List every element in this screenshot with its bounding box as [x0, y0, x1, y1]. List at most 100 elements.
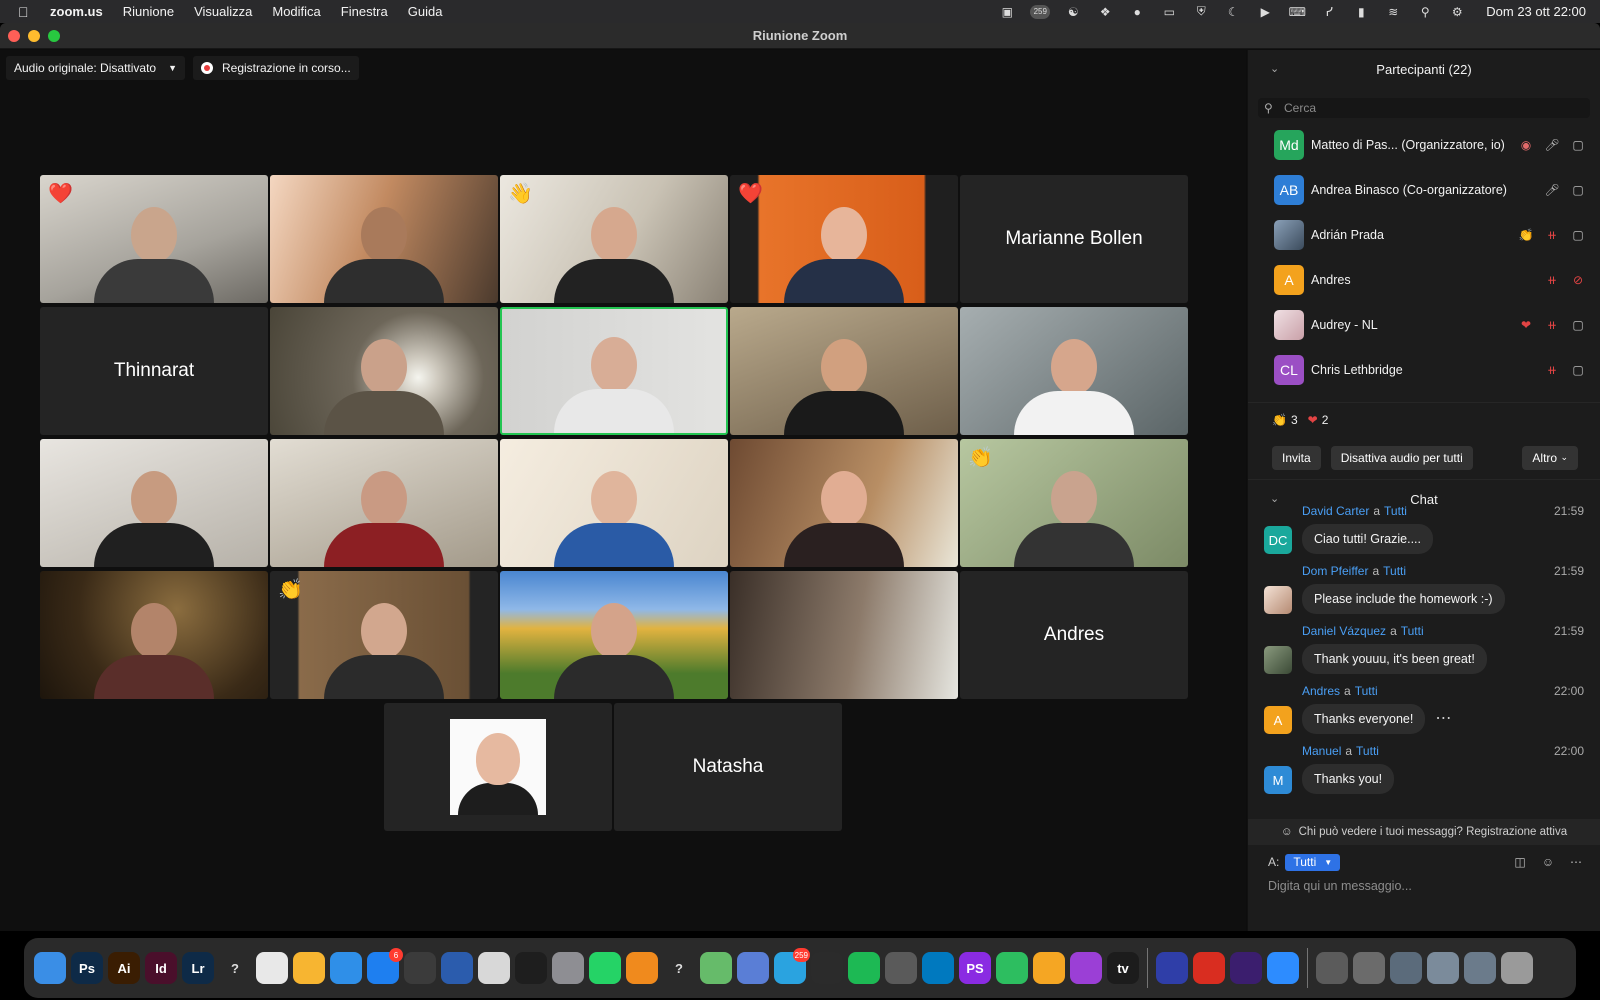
dock-folder-stack-2-icon[interactable] — [1464, 952, 1496, 984]
sender-name[interactable]: Manuel — [1302, 744, 1341, 760]
dock-zoom-icon[interactable] — [1267, 952, 1299, 984]
wifi-icon[interactable]: ≋ — [1384, 5, 1402, 19]
chat-message[interactable]: Dom Pfeiffer a Tutti 21:59 Please include t… — [1248, 564, 1600, 614]
video-camera-off-icon[interactable]: ⊘ — [1570, 273, 1586, 287]
dock-media-app-icon[interactable] — [1230, 952, 1262, 984]
menu-finestra[interactable]: Finestra — [341, 4, 388, 19]
dock-photoshop-icon[interactable]: Ps — [71, 952, 103, 984]
participant-search[interactable]: ⚲ — [1258, 98, 1590, 118]
video-tile[interactable] — [500, 439, 728, 567]
video-tile-natasha[interactable]: Natasha — [614, 703, 842, 831]
battery-icon[interactable]: ▮ — [1352, 5, 1370, 19]
dock-folder-stack-icon[interactable] — [1427, 952, 1459, 984]
file-icon[interactable]: ◫ — [1512, 855, 1528, 869]
dock-keynote-icon[interactable] — [330, 952, 362, 984]
play-icon[interactable]: ▶ — [1256, 5, 1274, 19]
control-center-icon[interactable]: ⚙ — [1448, 5, 1466, 19]
menu-app-name[interactable]: zoom.us — [50, 4, 103, 19]
dock-finder-icon[interactable] — [34, 952, 66, 984]
video-tile[interactable]: ❤️ — [40, 175, 268, 303]
mute-all-button[interactable]: Disattiva audio per tutti — [1330, 445, 1473, 470]
dock-folder-downloads-icon[interactable] — [1316, 952, 1348, 984]
chevron-down-icon[interactable]: ⌄ — [1270, 62, 1279, 75]
dock-system-preferences-icon[interactable] — [552, 952, 584, 984]
more-options-icon[interactable]: ⋯ — [1435, 708, 1451, 728]
video-tile-profile-photo[interactable] — [384, 703, 612, 831]
video-camera-icon[interactable]: ▢ — [1570, 138, 1586, 152]
video-camera-icon[interactable]: ▢ — [1570, 363, 1586, 377]
menu-visualizza[interactable]: Visualizza — [194, 4, 252, 19]
dock-trello-icon[interactable] — [922, 952, 954, 984]
video-tile[interactable] — [40, 439, 268, 567]
more-options-icon[interactable]: ⋯ — [1568, 855, 1584, 869]
participant-row[interactable]: AB Andrea Binasco (Co-organizzatore) 🎤︎ … — [1248, 167, 1600, 212]
dock-atom-icon[interactable] — [700, 952, 732, 984]
zoom-tray-icon[interactable]: ▣ — [998, 5, 1016, 19]
dock-telegram-icon[interactable]: 259 — [774, 948, 810, 984]
participant-row[interactable]: Md Matteo di Pas... (Organizzatore, io) … — [1248, 122, 1600, 167]
participant-row[interactable]: A Andres ⧺ ⊘ — [1248, 257, 1600, 302]
chat-message-input[interactable] — [1268, 879, 1588, 909]
microphone-muted-icon[interactable]: ⧺ — [1544, 273, 1560, 287]
video-tile-active-speaker[interactable] — [500, 307, 728, 435]
recording-indicator[interactable]: Registrazione in corso... — [193, 56, 359, 80]
video-tile-thinnarat[interactable]: Thinnarat — [40, 307, 268, 435]
video-tile[interactable] — [500, 571, 728, 699]
chat-message[interactable]: DC David Carter a Tutti 21:59 Ciao tutti! G… — [1248, 504, 1600, 554]
menu-guida[interactable]: Guida — [408, 4, 443, 19]
video-tile[interactable] — [730, 307, 958, 435]
video-camera-icon[interactable]: ▢ — [1570, 318, 1586, 332]
notification-badge-icon[interactable]: 259 — [1030, 4, 1051, 19]
chat-privacy-notice[interactable]: ☺ Chi può vedere i tuoi messaggi? Regist… — [1248, 819, 1600, 845]
search-icon[interactable]: ⚲ — [1416, 5, 1434, 19]
dock-script-editor-icon[interactable] — [478, 952, 510, 984]
dock-evernote-icon[interactable] — [996, 952, 1028, 984]
video-tile[interactable] — [730, 571, 958, 699]
clap-count[interactable]: 👏 3 — [1272, 413, 1298, 427]
drop-icon[interactable]: ● — [1128, 5, 1146, 19]
dock-apple-tv-icon[interactable]: tv — [1107, 952, 1139, 984]
creative-cloud-icon[interactable]: ☯ — [1064, 5, 1082, 19]
more-button[interactable]: Altro ⌄ — [1522, 445, 1578, 470]
microphone-muted-icon[interactable]: ⧺ — [1544, 363, 1560, 377]
microphone-icon[interactable]: 🎤︎ — [1544, 138, 1560, 152]
moon-icon[interactable]: ☾ — [1224, 5, 1242, 19]
dock-phpstorm-icon[interactable]: PS — [959, 952, 991, 984]
video-tile[interactable] — [270, 439, 498, 567]
participant-search-input[interactable] — [1284, 101, 1564, 115]
chat-message[interactable]: M Manuel a Tutti 22:00 Thanks you! — [1248, 744, 1600, 794]
video-tile[interactable] — [40, 571, 268, 699]
dock-podcasts-icon[interactable] — [1070, 952, 1102, 984]
video-tile[interactable] — [270, 175, 498, 303]
dock-acrobat-icon[interactable] — [1193, 952, 1225, 984]
video-tile[interactable]: 👋 — [500, 175, 728, 303]
dock-word-icon[interactable] — [441, 952, 473, 984]
dock-spotify-icon[interactable] — [848, 952, 880, 984]
dock-chrome-icon[interactable] — [256, 952, 288, 984]
dock-folder-desktop-icon[interactable] — [1390, 952, 1422, 984]
menubar-clock[interactable]: Dom 23 ott 22:00 — [1486, 4, 1586, 19]
video-tile[interactable]: ❤️ — [730, 175, 958, 303]
emoji-icon[interactable]: ☺ — [1540, 855, 1556, 869]
video-tile[interactable]: 👏 — [960, 439, 1188, 567]
video-camera-icon[interactable]: ▢ — [1570, 183, 1586, 197]
keyboard-icon[interactable]: ⌨ — [1288, 5, 1306, 19]
sender-name[interactable]: Daniel Vázquez — [1302, 624, 1386, 640]
sender-name[interactable]: Dom Pfeiffer — [1302, 564, 1368, 580]
dock-virtualbox-icon[interactable] — [737, 952, 769, 984]
shield-icon[interactable]: ⛨ — [1192, 4, 1210, 19]
dock-sublime-icon[interactable] — [404, 952, 436, 984]
dock-trash-icon[interactable] — [1501, 952, 1533, 984]
recipient-dropdown[interactable]: Tutti ▼ — [1285, 853, 1341, 871]
microphone-muted-icon[interactable]: ⧺ — [1544, 318, 1560, 332]
dock-app-store-icon[interactable]: 6 — [367, 948, 403, 984]
dock-illustrator-icon[interactable]: Ai — [108, 952, 140, 984]
dock-tableplus-icon[interactable] — [1033, 952, 1065, 984]
dropbox-icon[interactable]: ❖ — [1096, 5, 1114, 19]
heart-count[interactable]: ❤ 2 — [1308, 413, 1329, 427]
dock-folder-documents-icon[interactable] — [1353, 952, 1385, 984]
dock-unknown-app-icon[interactable]: ? — [219, 952, 251, 984]
microphone-muted-icon[interactable]: ⧺ — [1544, 228, 1560, 242]
dock-vlc-icon[interactable] — [626, 952, 658, 984]
apple-icon[interactable]:  — [18, 4, 36, 20]
